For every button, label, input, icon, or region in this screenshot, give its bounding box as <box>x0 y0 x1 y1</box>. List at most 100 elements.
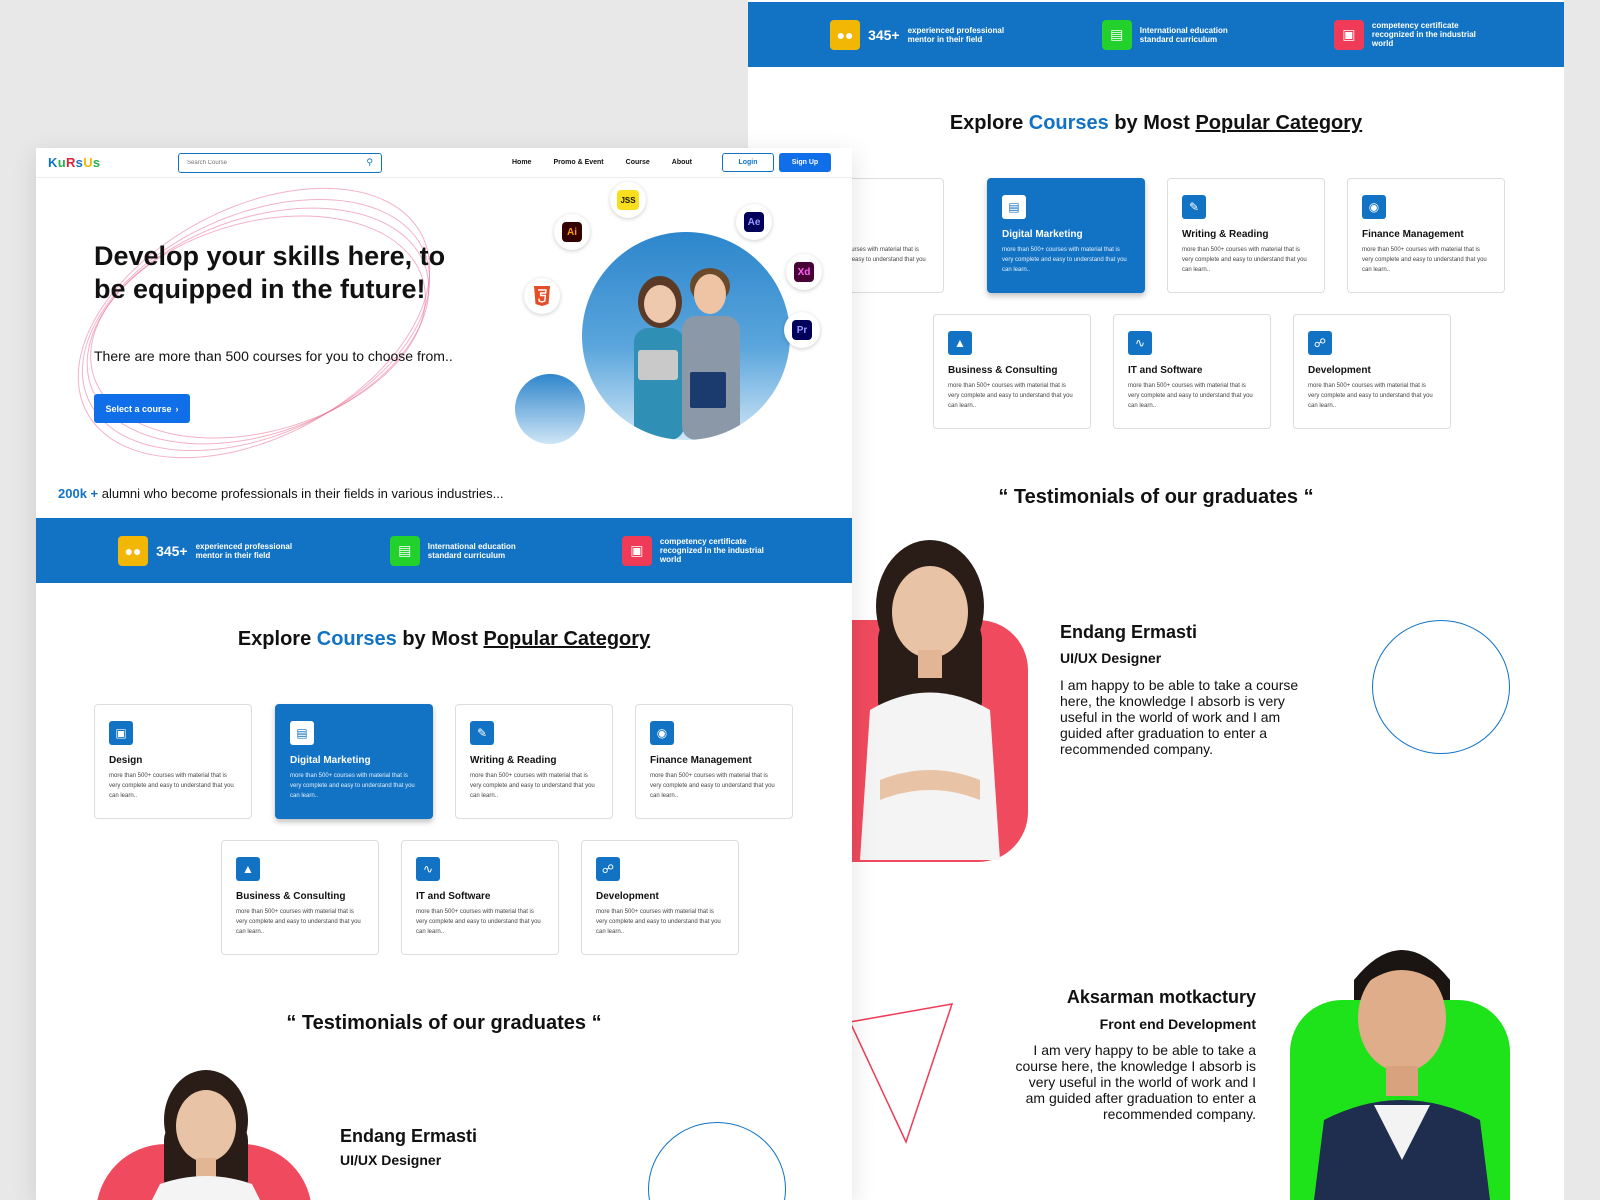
category-card[interactable]: ✎ Writing & Reading more than 500+ cours… <box>1167 178 1325 293</box>
person-illustration <box>152 1070 260 1200</box>
testimonial-role: UI/UX Designer <box>1060 650 1162 666</box>
card-title: Development <box>596 891 659 902</box>
xd-badge: Xd <box>786 254 822 290</box>
card-desc: more than 500+ courses with material tha… <box>948 383 1073 409</box>
card-title: Finance Management <box>1362 229 1464 240</box>
explore-mid: by Most <box>1114 112 1190 134</box>
chevron-right-icon: › <box>175 403 179 414</box>
category-card-writing-reading[interactable]: ✎ Writing & Reading more than 500+ cours… <box>455 704 613 819</box>
people-icon: ●● <box>118 535 149 566</box>
select-course-button[interactable]: Select a course › <box>94 394 190 423</box>
explore-pre: Explore <box>237 628 312 650</box>
category-card-design[interactable]: ▣ Design more than 500+ courses with mat… <box>94 704 252 819</box>
stats-bar: ●● 345+ experienced professional mentor … <box>748 2 1564 67</box>
card-desc: more than 500+ courses with material tha… <box>1002 247 1127 273</box>
card-desc: more than 500+ courses with material tha… <box>1308 383 1433 409</box>
person-illustration <box>860 540 1000 860</box>
after-effects-badge: Ae <box>736 204 772 240</box>
card-desc: more than 500+ courses with material tha… <box>650 773 775 799</box>
branch-icon: ☍ <box>1308 331 1332 355</box>
stat-text: International education standard curricu… <box>427 541 516 560</box>
select-course-label: Select a course <box>105 403 172 414</box>
html5-icon <box>534 286 550 306</box>
category-card[interactable]: ▲ Business & Consulting more than 500+ c… <box>933 314 1091 429</box>
logo-letter: R <box>65 155 76 170</box>
certificate-icon: ▣ <box>621 535 652 566</box>
decorative-circle <box>1372 620 1510 754</box>
javascript-icon: JSS <box>617 190 639 210</box>
testimonial-text: I am very happy to be able to take a cou… <box>1015 1042 1256 1122</box>
category-card-active[interactable]: ▤ Digital Marketing more than 500+ cours… <box>987 178 1145 293</box>
category-card-it-software[interactable]: ∿ IT and Software more than 500+ courses… <box>401 840 559 955</box>
stats-bar: ●● 345+ experienced professional mentor … <box>36 518 852 583</box>
branch-icon: ☍ <box>596 857 620 881</box>
illustrator-badge: Ai <box>554 214 590 250</box>
explore-highlight: Courses <box>316 628 397 650</box>
illustrator-icon: Ai <box>562 222 582 242</box>
brand-logo[interactable]: KuRsUs <box>48 155 178 170</box>
top-nav: KuRsUs ⚲ Home Promo & Event Course About… <box>36 148 852 178</box>
card-desc: more than 500+ courses with material tha… <box>290 773 415 799</box>
hero-image <box>582 232 790 440</box>
search-icon[interactable]: ⚲ <box>366 157 373 168</box>
search-input[interactable] <box>187 159 347 166</box>
card-title: Design <box>109 755 143 766</box>
people-icon: ●● <box>830 19 861 50</box>
nav-links: Home Promo & Event Course About <box>512 159 692 166</box>
nav-promo-event[interactable]: Promo & Event <box>553 159 603 166</box>
premiere-icon: Pr <box>792 320 812 340</box>
signup-button[interactable]: Sign Up <box>778 153 831 172</box>
students-illustration <box>634 268 740 440</box>
alumni-text: alumni who become professionals in their… <box>101 486 504 501</box>
stat-mentors: ●● 345+ experienced professional mentor … <box>118 535 306 566</box>
nav-course[interactable]: Course <box>626 159 650 166</box>
card-desc: more than 500+ courses with material tha… <box>236 909 361 935</box>
search-box: ⚲ <box>178 152 382 173</box>
money-icon: ◉ <box>650 721 674 745</box>
testimonial-name: Endang Ermasti <box>340 1126 478 1146</box>
card-desc: more than 500+ courses with material tha… <box>596 909 721 935</box>
category-card-digital-marketing[interactable]: ▤ Digital Marketing more than 500+ cours… <box>275 704 433 819</box>
card-title: Business & Consulting <box>236 891 346 902</box>
alumni-count: 200k + <box>58 486 99 501</box>
chart-icon: ▲ <box>948 331 972 355</box>
category-card-business[interactable]: ▲ Business & Consulting more than 500+ c… <box>221 840 379 955</box>
logo-letter: s <box>92 155 101 170</box>
login-button[interactable]: Login <box>721 153 774 172</box>
card-desc: more than 500+ courses with material tha… <box>1128 383 1253 409</box>
testimonial-role: UI/UX Designer <box>340 1152 442 1168</box>
category-card[interactable]: ∿ IT and Software more than 500+ courses… <box>1113 314 1271 429</box>
card-title: Digital Marketing <box>1002 229 1083 240</box>
card-title: IT and Software <box>1128 365 1203 376</box>
card-desc: more than 500+ courses with material tha… <box>416 909 541 935</box>
premiere-badge: Pr <box>784 312 820 348</box>
explore-mid: by Most <box>402 628 478 650</box>
back-page-preview: ●● 345+ experienced professional mentor … <box>748 0 1564 1200</box>
presentation-icon: ▤ <box>290 721 314 745</box>
explore-highlight: Courses <box>1028 112 1109 134</box>
front-page: KuRsUs ⚲ Home Promo & Event Course About… <box>36 148 852 1200</box>
book-icon: ▤ <box>389 535 420 566</box>
avatar <box>146 1060 266 1200</box>
stat-text: experienced professional mentor in their… <box>195 541 293 560</box>
category-card-development[interactable]: ☍ Development more than 500+ courses wit… <box>581 840 739 955</box>
nav-home[interactable]: Home <box>512 159 531 166</box>
stat-text: International education standard curricu… <box>1139 25 1228 44</box>
logo-letter: K <box>48 155 58 170</box>
stat-text: competency certificate recognized in the… <box>1371 21 1476 48</box>
category-card[interactable]: ◉ Finance Management more than 500+ cour… <box>1347 178 1505 293</box>
decorative-bubble <box>515 374 585 444</box>
card-desc: more than 500+ courses with material tha… <box>470 773 595 799</box>
category-card[interactable]: ☍ Development more than 500+ courses wit… <box>1293 314 1451 429</box>
card-desc: more than 500+ courses with material tha… <box>1182 247 1307 273</box>
person-illustration <box>1314 950 1490 1200</box>
after-effects-icon: Ae <box>744 212 764 232</box>
nav-about[interactable]: About <box>672 159 692 166</box>
category-card-finance[interactable]: ◉ Finance Management more than 500+ cour… <box>635 704 793 819</box>
decorative-triangle <box>848 1003 954 1145</box>
hero-subtitle: There are more than 500 courses for you … <box>94 348 453 364</box>
card-title: Finance Management <box>650 755 752 766</box>
stat-certificate: ▣ competency certificate recognized in t… <box>621 535 770 566</box>
chart-icon: ▲ <box>236 857 260 881</box>
testimonials-title: “ Testimonials of our graduates “ <box>286 1012 602 1034</box>
